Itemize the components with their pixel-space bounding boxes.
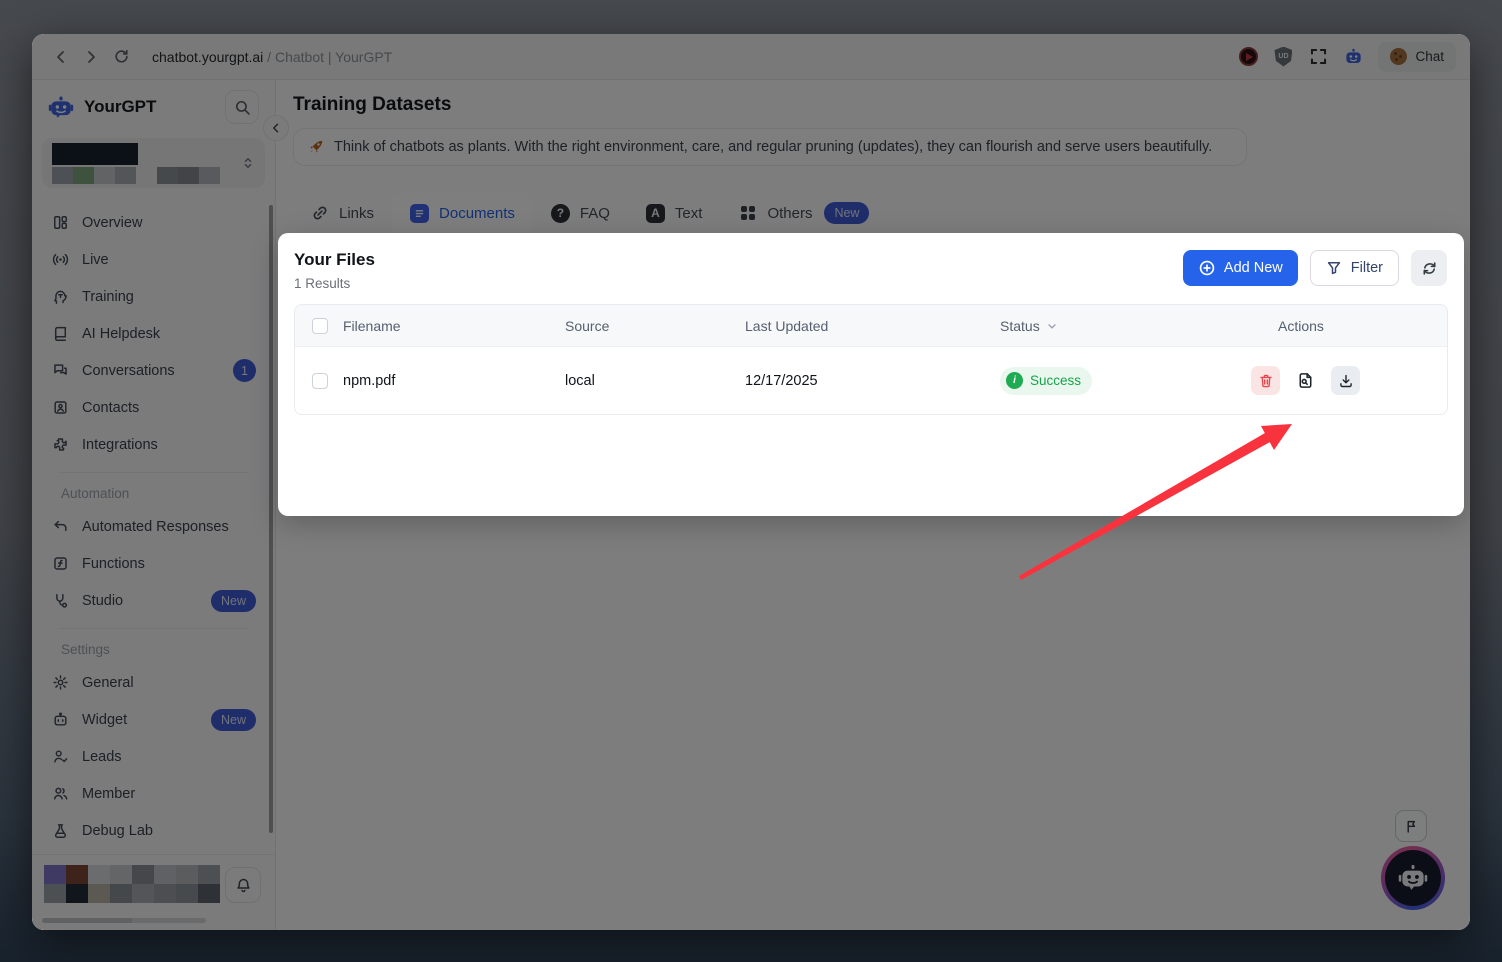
funnel-icon <box>1326 260 1342 276</box>
column-header-last-updated: Last Updated <box>745 318 1000 334</box>
cell-actions <box>1251 366 1447 395</box>
cell-filename: npm.pdf <box>343 373 565 389</box>
add-new-label: Add New <box>1224 260 1283 276</box>
filter-button[interactable]: Filter <box>1310 250 1399 286</box>
files-table: Filename Source Last Updated Status Acti… <box>294 304 1448 415</box>
info-icon: i <box>1006 372 1023 389</box>
refresh-list-button[interactable] <box>1411 250 1447 286</box>
select-all-checkbox[interactable] <box>312 318 328 334</box>
plus-circle-icon <box>1198 259 1216 277</box>
status-badge: i Success <box>1000 367 1092 395</box>
your-files-card: Your Files 1 Results Add New Filter <box>278 233 1464 516</box>
table-row: npm.pdf local 12/17/2025 i Success <box>295 347 1447 414</box>
column-header-actions: Actions <box>1278 318 1447 334</box>
cell-status: i Success <box>1000 367 1278 395</box>
browser-window: chatbot.yourgpt.ai / Chatbot | YourGPT U… <box>32 34 1470 930</box>
results-count: 1 Results <box>294 276 375 291</box>
download-file-button[interactable] <box>1331 366 1360 395</box>
file-search-icon <box>1296 371 1315 390</box>
column-header-status[interactable]: Status <box>1000 318 1278 334</box>
filter-label: Filter <box>1351 260 1383 276</box>
sync-icon <box>1421 260 1438 277</box>
view-file-button[interactable] <box>1291 366 1320 395</box>
column-header-source: Source <box>565 318 745 334</box>
add-new-button[interactable]: Add New <box>1183 250 1298 286</box>
row-checkbox[interactable] <box>312 373 328 389</box>
cell-source: local <box>565 373 745 389</box>
card-title: Your Files <box>294 250 375 270</box>
delete-file-button[interactable] <box>1251 366 1280 395</box>
cell-last-updated: 12/17/2025 <box>745 373 1000 389</box>
chevron-down-icon <box>1046 320 1058 332</box>
table-header: Filename Source Last Updated Status Acti… <box>295 305 1447 347</box>
column-header-filename: Filename <box>343 318 565 334</box>
download-icon <box>1338 373 1354 389</box>
trash-icon <box>1258 373 1274 389</box>
